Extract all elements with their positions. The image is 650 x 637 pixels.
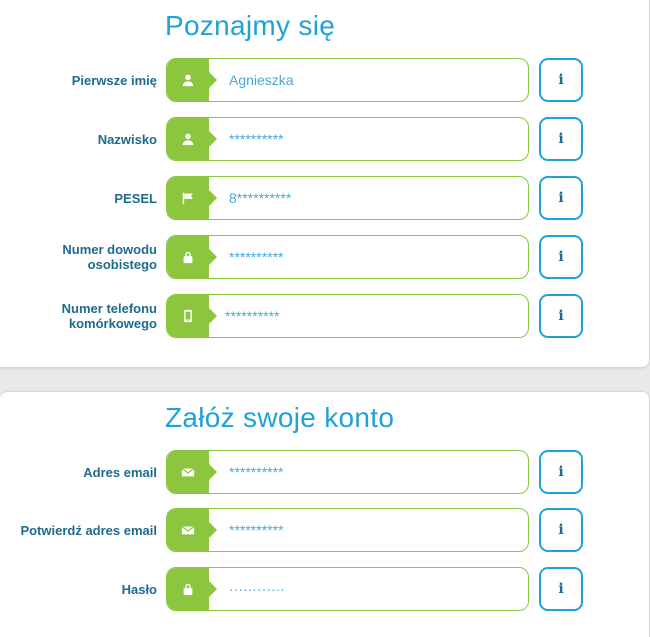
first-name-info-button[interactable]: i (539, 58, 583, 102)
id-number-label: Numer dowodu osobistego (62, 242, 157, 272)
email-field[interactable]: ********** (166, 450, 529, 494)
password-row: Hasło ············ i (0, 567, 650, 611)
phone-field[interactable]: ********** (166, 294, 529, 338)
last-name-input[interactable]: ********** (229, 118, 519, 160)
phone-label: Numer telefonu komórkowego (61, 301, 157, 331)
pesel-row: PESEL 8********** i (0, 176, 650, 220)
last-name-field[interactable]: ********** (166, 117, 529, 161)
lock-icon (167, 568, 209, 610)
first-name-field[interactable]: Agnieszka (166, 58, 529, 102)
user-icon (167, 118, 209, 160)
id-number-info-button[interactable]: i (539, 235, 583, 279)
confirm-email-row: Potwierdź adres email ********** i (0, 508, 650, 552)
flag-icon (167, 177, 209, 219)
phone-info-button[interactable]: i (539, 294, 583, 338)
confirm-email-input[interactable]: ********** (229, 509, 519, 551)
password-input[interactable]: ············ (229, 568, 519, 610)
phone-row: Numer telefonu komórkowego ********** i (0, 294, 650, 338)
user-icon (167, 59, 209, 101)
first-name-label: Pierwsze imię (71, 72, 157, 88)
pesel-info-button[interactable]: i (539, 176, 583, 220)
first-name-input[interactable]: Agnieszka (229, 59, 519, 101)
password-label: Hasło (121, 581, 157, 597)
personal-info-card: Poznajmy się Pierwsze imię Agnieszka i N… (0, 0, 650, 368)
confirm-email-field[interactable]: ********** (166, 508, 529, 552)
mobile-icon (167, 295, 209, 337)
last-name-row: Nazwisko ********** i (0, 117, 650, 161)
account-card: Załóż swoje konto Adres email **********… (0, 391, 650, 637)
email-row: Adres email ********** i (0, 450, 650, 494)
email-input[interactable]: ********** (229, 451, 519, 493)
phone-input[interactable]: ********** (225, 295, 515, 337)
lock-icon (167, 236, 209, 278)
last-name-info-button[interactable]: i (539, 117, 583, 161)
email-info-button[interactable]: i (539, 450, 583, 494)
pesel-field[interactable]: 8********** (166, 176, 529, 220)
envelope-icon (167, 451, 209, 493)
id-number-field[interactable]: ********** (166, 235, 529, 279)
first-name-row: Pierwsze imię Agnieszka i (0, 58, 650, 102)
confirm-email-info-button[interactable]: i (539, 508, 583, 552)
email-label: Adres email (83, 464, 157, 480)
pesel-label: PESEL (114, 190, 157, 206)
section-title-account: Załóż swoje konto (165, 402, 395, 433)
pesel-input[interactable]: 8********** (229, 177, 519, 219)
last-name-label: Nazwisko (97, 131, 157, 147)
password-field[interactable]: ············ (166, 567, 529, 611)
confirm-email-label: Potwierdź adres email (20, 522, 157, 538)
envelope-icon (167, 509, 209, 551)
section-title-personal: Poznajmy się (165, 10, 336, 41)
id-number-input[interactable]: ********** (229, 236, 519, 278)
id-number-row: Numer dowodu osobistego ********** i (0, 235, 650, 279)
password-info-button[interactable]: i (539, 567, 583, 611)
